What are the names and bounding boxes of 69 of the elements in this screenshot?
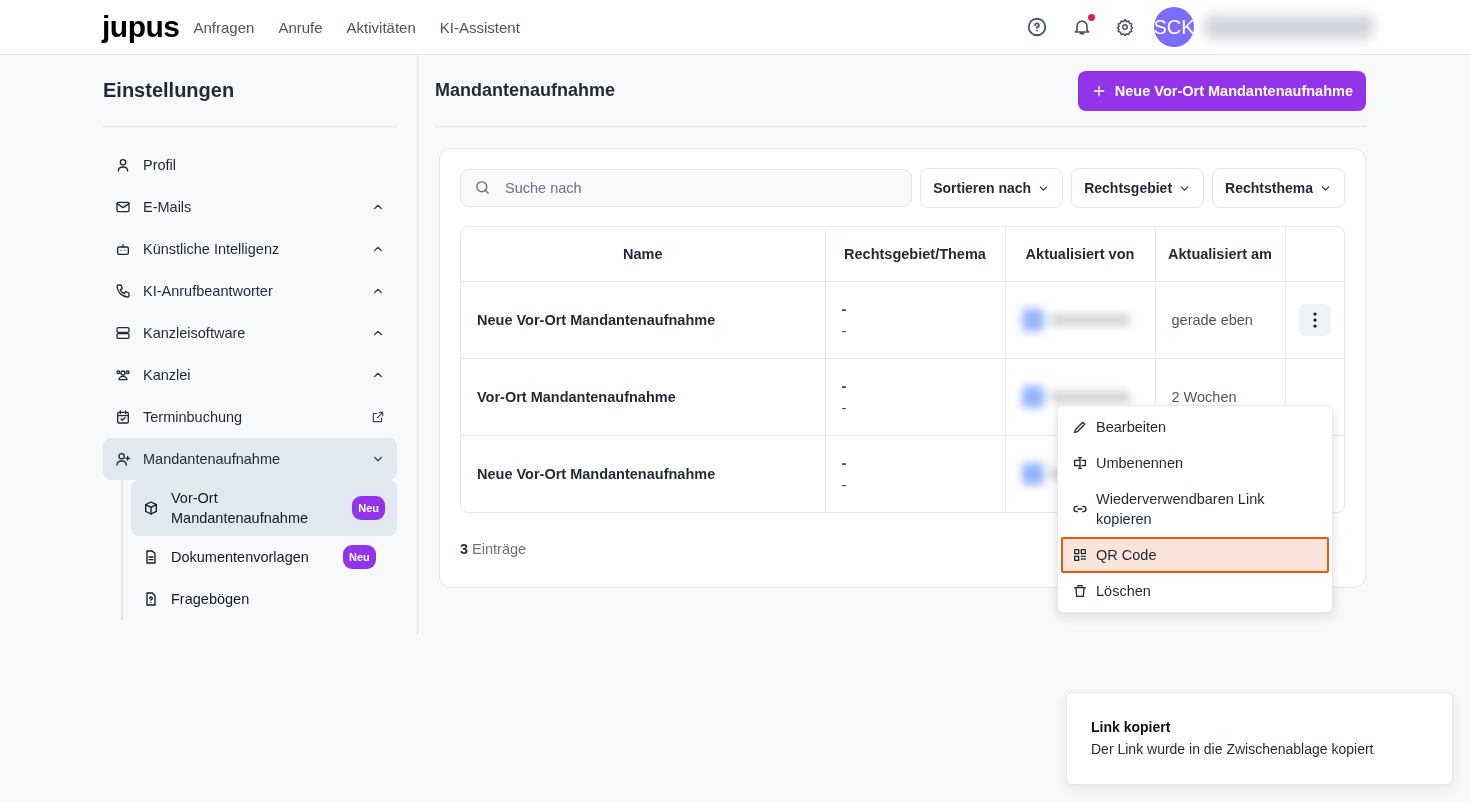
people-icon: [115, 367, 131, 383]
new-badge: Neu: [352, 496, 385, 520]
new-badge: Neu: [343, 545, 376, 569]
external-link-icon: [371, 410, 385, 424]
entry-count: 3 Einträge: [460, 541, 527, 557]
filter-dropdown[interactable]: Sortieren nach: [920, 168, 1064, 208]
menu-item[interactable]: Löschen: [1061, 573, 1329, 609]
user-plus-icon: [115, 451, 131, 467]
topic-text: -: [841, 477, 848, 493]
mail-icon: [115, 199, 131, 215]
robot-icon: [115, 241, 131, 257]
calendar-check-icon: [115, 409, 131, 425]
menu-item[interactable]: Wiederverwendbaren Link kopieren: [1061, 481, 1329, 537]
column-header: Rechtsgebiet/Thema: [825, 227, 1005, 282]
area-text: -: [841, 378, 848, 394]
pencil-icon: [1072, 419, 1088, 435]
nav-link[interactable]: Aktivitäten: [346, 18, 416, 36]
trash-icon: [1072, 583, 1088, 599]
column-header: Aktualisiert von: [1005, 227, 1155, 282]
area-text: -: [841, 455, 848, 471]
sidebar-subitem[interactable]: Dokumentenvorlagen Neu: [131, 536, 397, 578]
table-cell: gerade eben: [1155, 281, 1285, 359]
column-header: Aktualisiert am: [1155, 227, 1285, 282]
help-icon[interactable]: [1026, 16, 1048, 38]
menu-item[interactable]: Umbenennen: [1061, 445, 1329, 481]
nav-link[interactable]: Anrufe: [278, 18, 323, 36]
bell-icon[interactable]: [1072, 17, 1092, 37]
filter-dropdown[interactable]: Rechtsgebiet: [1071, 168, 1205, 208]
filter-dropdown[interactable]: Rechtsthema: [1212, 168, 1345, 208]
sidebar-item[interactable]: Künstliche Intelligenz: [103, 228, 397, 270]
server-icon: [115, 325, 131, 341]
nav-link[interactable]: Anfragen: [193, 18, 255, 36]
sidebar-item[interactable]: Kanzleisoftware: [103, 312, 397, 354]
sidebar-item[interactable]: KI-Anrufbeantworter: [103, 270, 397, 312]
cube-icon: [143, 500, 159, 516]
sidebar-item[interactable]: E-Mails: [103, 186, 397, 228]
search-field[interactable]: Suche nach: [460, 169, 913, 207]
question-document-icon: [143, 591, 159, 607]
sidebar-item[interactable]: Terminbuchung: [103, 396, 397, 438]
area-text: -: [841, 301, 848, 317]
column-header: Name: [461, 227, 825, 282]
sidebar-item[interactable]: Kanzlei: [103, 354, 397, 396]
user-icon: [115, 157, 131, 173]
qr-code-icon: [1072, 547, 1088, 563]
sidebar-subitem[interactable]: Fragebögen: [131, 578, 397, 620]
vertical-dots-icon: [1312, 312, 1317, 328]
table-cell: Neue Vor-Ort Mandantenaufnahme: [461, 435, 825, 512]
table-cell: Neue Vor-Ort Mandantenaufnahme: [461, 281, 825, 359]
topic-text: -: [841, 323, 848, 339]
sidebar-title: Einstellungen: [103, 55, 397, 127]
page-title: Mandantenaufnahme: [435, 80, 616, 101]
sidebar-item[interactable]: Mandantenaufnahme: [103, 438, 397, 480]
settings-icon[interactable]: [1116, 18, 1134, 36]
nav-link[interactable]: KI-Assistent: [439, 18, 520, 36]
topic-text: -: [841, 400, 848, 416]
toast-title: Link kopiert: [1091, 719, 1172, 735]
sidebar-subitem[interactable]: Vor-Ort Mandantenaufnahme Neu: [131, 480, 397, 536]
sidebar-item[interactable]: Profil: [103, 144, 397, 186]
rename-icon: [1072, 455, 1088, 471]
logo[interactable]: jupus: [102, 10, 180, 44]
phone-icon: [115, 283, 131, 299]
document-icon: [143, 549, 159, 565]
toast-message: Der Link wurde in die Zwischenablage kopiert: [1091, 741, 1375, 757]
search-icon: [474, 179, 491, 196]
menu-item[interactable]: QR Code: [1061, 537, 1329, 573]
avatar[interactable]: SCK: [1154, 7, 1194, 47]
more-options-button[interactable]: [1298, 304, 1331, 336]
new-intake-button[interactable]: Neue Vor-Ort Mandantenaufnahme: [1077, 70, 1366, 111]
table-cell: Vor-Ort Mandantenaufnahme: [461, 358, 825, 436]
